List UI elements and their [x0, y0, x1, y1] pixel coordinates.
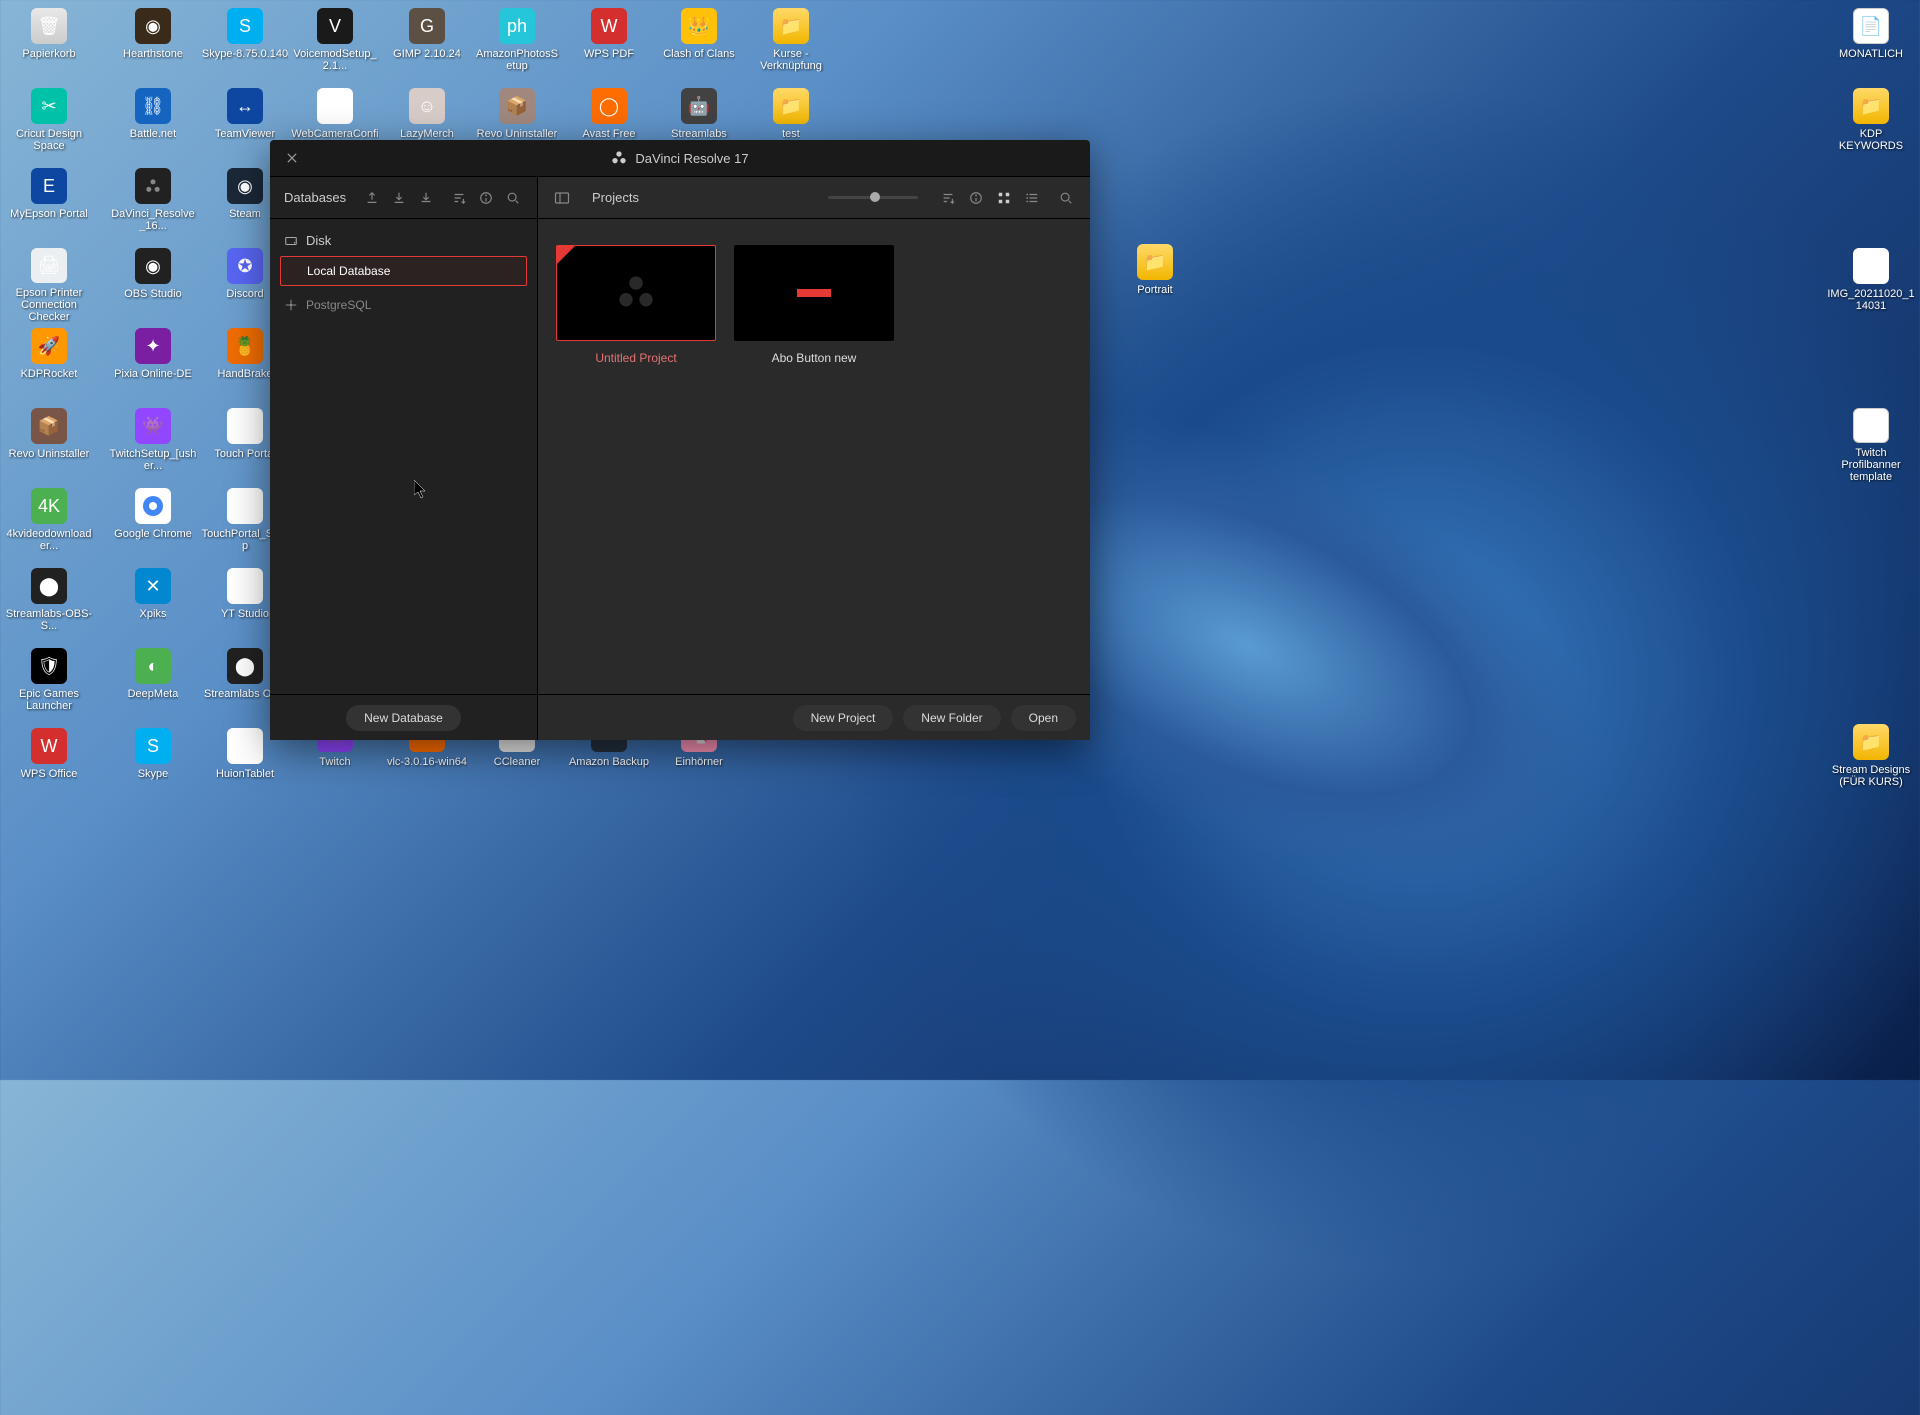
- desktop-icon-pixia[interactable]: ✦Pixia Online-DE: [108, 324, 198, 402]
- info-icon: [969, 191, 983, 205]
- desktop-icon-davinci16[interactable]: DaVinci_Resolve_16...: [108, 164, 198, 242]
- desktop-icon-hearthstone[interactable]: ◉Hearthstone: [108, 4, 198, 82]
- desktop-icon-clash[interactable]: 👑Clash of Clans: [654, 4, 744, 82]
- slider-thumb[interactable]: [870, 192, 880, 202]
- desktop-icon-wpspdf[interactable]: WWPS PDF: [564, 4, 654, 82]
- search-icon: [506, 191, 520, 205]
- desktop-icon-img-photo[interactable]: 🖼IMG_20211020_114031: [1826, 244, 1916, 322]
- close-button[interactable]: [282, 148, 302, 168]
- network-icon: [284, 298, 298, 312]
- postgres-group-header[interactable]: PostgreSQL: [280, 286, 527, 316]
- postgres-group-label: PostgreSQL: [306, 298, 371, 312]
- db-sort-button[interactable]: [450, 188, 469, 208]
- database-list: Disk Local Database PostgreSQL: [270, 219, 537, 694]
- desktop-icon-epson-checker[interactable]: 🖨Epson Printer Connection Checker: [4, 244, 94, 322]
- window-title: DaVinci Resolve 17: [635, 151, 748, 166]
- current-project-corner-icon: [557, 246, 575, 264]
- sidebar-footer: New Database: [270, 694, 537, 740]
- new-database-button[interactable]: New Database: [346, 705, 461, 731]
- desktop-icon-voicemod[interactable]: VVoicemodSetup_2.1...: [290, 4, 380, 82]
- desktop-icon-slobs-setup[interactable]: ⬤Streamlabs-OBS-S...: [4, 564, 94, 642]
- projects-footer: New Project New Folder Open: [538, 694, 1090, 740]
- desktop-icon-obs[interactable]: ◉OBS Studio: [108, 244, 198, 322]
- desktop-icon-monatlich[interactable]: 📄MONATLICH: [1826, 4, 1916, 82]
- titlebar[interactable]: DaVinci Resolve 17: [270, 140, 1090, 176]
- db-info-button[interactable]: [477, 188, 496, 208]
- desktop-icon-deepmeta[interactable]: ◐DeepMeta: [108, 644, 198, 722]
- desktop-icon-skype2[interactable]: SSkype: [108, 724, 198, 802]
- desktop-icon-recycle-bin[interactable]: 🗑Papierkorb: [4, 4, 94, 82]
- sort-icon: [941, 191, 955, 205]
- projects-sort-button[interactable]: [938, 188, 958, 208]
- databases-header-label: Databases: [284, 190, 346, 205]
- upload-icon: [365, 191, 379, 205]
- project-name: Untitled Project: [595, 351, 676, 365]
- projects-header-label: Projects: [592, 190, 639, 205]
- desktop-icon-xpiks[interactable]: ✕Xpiks: [108, 564, 198, 642]
- projects-panel: Projects Untitled Project: [538, 177, 1090, 740]
- thumbnail-size-slider[interactable]: [828, 196, 918, 199]
- desktop-icon-portrait[interactable]: 📁Portrait: [1110, 240, 1200, 318]
- davinci-logo-icon: [611, 150, 627, 166]
- grid-icon: [997, 191, 1011, 205]
- desktop-icon-skype[interactable]: SSkype-8.75.0.140: [200, 4, 290, 82]
- db-search-button[interactable]: [504, 188, 523, 208]
- desktop-icon-kurse[interactable]: 📁Kurse - Verknüpfung: [746, 4, 836, 82]
- grid-view-button[interactable]: [994, 188, 1014, 208]
- open-button[interactable]: Open: [1011, 705, 1076, 731]
- projects-search-button[interactable]: [1056, 188, 1076, 208]
- desktop-icon-stream-designs[interactable]: 📁Stream Designs (FÜR KURS): [1826, 720, 1916, 798]
- davinci-project-manager-window: DaVinci Resolve 17 Databases Disk: [270, 140, 1090, 740]
- desktop-icon-myepson[interactable]: EMyEpson Portal: [4, 164, 94, 242]
- desktop-icon-twitch-banner[interactable]: ▭Twitch Profilbanner template: [1826, 404, 1916, 482]
- desktop-icon-chrome[interactable]: Google Chrome: [108, 484, 198, 562]
- projects-header: Projects: [538, 177, 1090, 219]
- new-folder-button[interactable]: New Folder: [903, 705, 1000, 731]
- database-item-label: Local Database: [307, 264, 390, 278]
- list-view-button[interactable]: [1022, 188, 1042, 208]
- project-untitled[interactable]: Untitled Project: [556, 245, 716, 365]
- desktop-icon-4kdownloader[interactable]: 4K4kvideodownloader...: [4, 484, 94, 562]
- search-icon: [1059, 191, 1073, 205]
- project-thumbnail[interactable]: [734, 245, 894, 341]
- desktop-icon-kdprocket[interactable]: 🚀KDPRocket: [4, 324, 94, 402]
- toggle-sidebar-button[interactable]: [552, 188, 572, 208]
- disk-group-header[interactable]: Disk: [280, 229, 527, 256]
- disk-icon: [284, 234, 298, 248]
- databases-header: Databases: [270, 177, 537, 219]
- db-export-button[interactable]: [389, 188, 408, 208]
- databases-sidebar: Databases Disk Local Database: [270, 177, 538, 740]
- download-icon: [392, 191, 406, 205]
- desktop-icon-gimp[interactable]: GGIMP 2.10.24: [382, 4, 472, 82]
- new-project-button[interactable]: New Project: [793, 705, 894, 731]
- db-import-button[interactable]: [362, 188, 381, 208]
- davinci-logo-icon: [616, 273, 656, 313]
- sort-icon: [452, 191, 466, 205]
- desktop-icon-twitchsetup[interactable]: 👾TwitchSetup_[usher...: [108, 404, 198, 482]
- close-icon: [287, 153, 297, 163]
- desktop-icon-kdpkeywords[interactable]: 📁KDP KEYWORDS: [1826, 84, 1916, 162]
- desktop-icon-battlenet[interactable]: ⛓Battle.net: [108, 84, 198, 162]
- db-backup-button[interactable]: [416, 188, 435, 208]
- panel-icon: [554, 190, 570, 206]
- desktop-icon-epic[interactable]: 🛡Epic Games Launcher: [4, 644, 94, 722]
- projects-grid: Untitled Project Abo Button new: [538, 219, 1090, 694]
- list-icon: [1025, 191, 1039, 205]
- desktop-icon-wps-office[interactable]: WWPS Office: [4, 724, 94, 802]
- project-preview-graphic: [797, 289, 831, 297]
- desktop-icon-revo[interactable]: 📦Revo Uninstaller: [4, 404, 94, 482]
- project-abo-button[interactable]: Abo Button new: [734, 245, 894, 365]
- desktop-icon-amazonphotos[interactable]: phAmazonPhotosSetup: [472, 4, 562, 82]
- disk-group-label: Disk: [306, 233, 331, 248]
- info-icon: [479, 191, 493, 205]
- project-name: Abo Button new: [772, 351, 857, 365]
- mouse-cursor-icon: [414, 480, 428, 500]
- desktop-icon-cricut[interactable]: ✂Cricut Design Space: [4, 84, 94, 162]
- database-item-local[interactable]: Local Database: [280, 256, 527, 286]
- projects-info-button[interactable]: [966, 188, 986, 208]
- project-thumbnail[interactable]: [556, 245, 716, 341]
- backup-icon: [419, 191, 433, 205]
